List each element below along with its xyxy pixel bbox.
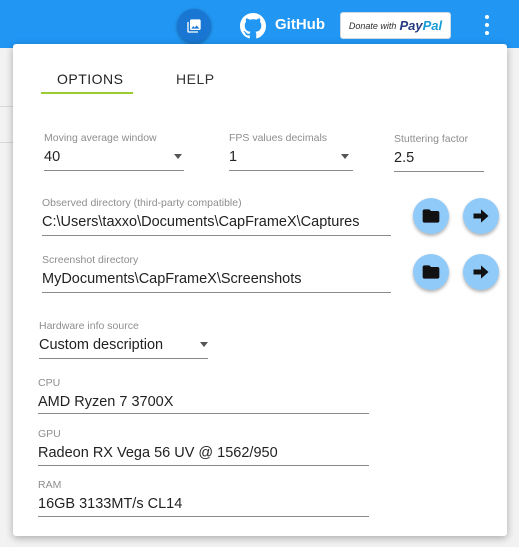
- field-underline: [38, 413, 369, 414]
- paypal-logo: PayPal: [399, 17, 443, 33]
- field-underline: [42, 235, 391, 236]
- field-label: Hardware info source: [39, 320, 139, 332]
- more-vert-icon[interactable]: [482, 15, 492, 35]
- field-value: 16GB 3133MT/s CL14: [38, 496, 183, 512]
- field-value: Radeon RX Vega 56 UV @ 1562/950: [38, 445, 278, 461]
- field-label: CPU: [38, 377, 61, 389]
- field-underline: [38, 465, 369, 466]
- folder-icon: [422, 265, 440, 279]
- arrow-right-icon: [473, 209, 489, 223]
- field-label: Observed directory (third-party compatib…: [42, 197, 242, 209]
- field-value: 2.5: [394, 150, 415, 166]
- dropdown-arrow-icon: [174, 154, 182, 159]
- dropdown-arrow-icon: [200, 342, 208, 347]
- field-underline: [42, 292, 391, 293]
- screenshot-directory-input[interactable]: Screenshot directory MyDocuments\CapFram…: [42, 254, 391, 294]
- paypal-donate-button[interactable]: Donate with PayPal: [340, 12, 451, 39]
- gpu-input[interactable]: GPU Radeon RX Vega 56 UV @ 1562/950: [38, 428, 369, 468]
- field-value: MyDocuments\CapFrameX\Screenshots: [42, 271, 302, 287]
- tab-options[interactable]: OPTIONS: [57, 71, 124, 87]
- field-value: Custom description: [39, 337, 164, 353]
- photo-library-icon: [187, 19, 201, 33]
- field-value: 1: [229, 149, 238, 165]
- open-observed-directory-button[interactable]: [463, 198, 499, 234]
- background-divider: [0, 142, 14, 143]
- field-label: RAM: [38, 479, 62, 491]
- tab-help[interactable]: HELP: [176, 71, 215, 87]
- field-underline: [44, 170, 184, 171]
- dropdown-arrow-icon: [341, 154, 349, 159]
- open-screenshot-directory-button[interactable]: [463, 254, 499, 290]
- screenshot-button[interactable]: [177, 9, 211, 43]
- moving-average-dropdown[interactable]: Moving average window 40: [44, 132, 184, 172]
- field-underline: [38, 516, 369, 517]
- arrow-right-icon: [473, 265, 489, 279]
- active-tab-indicator: [41, 92, 133, 94]
- field-label: Screenshot directory: [42, 254, 139, 266]
- hardware-info-source-dropdown[interactable]: Hardware info source Custom description: [39, 320, 208, 360]
- field-underline: [39, 358, 208, 359]
- fps-decimals-dropdown[interactable]: FPS values decimals 1: [229, 132, 353, 172]
- observed-directory-input[interactable]: Observed directory (third-party compatib…: [42, 197, 391, 237]
- background-divider: [0, 106, 14, 107]
- field-underline: [394, 171, 484, 172]
- field-value: C:\Users\taxxo\Documents\CapFrameX\Captu…: [42, 214, 360, 230]
- field-label: Stuttering factor: [394, 133, 469, 145]
- field-label: FPS values decimals: [229, 132, 328, 144]
- field-underline: [229, 170, 353, 171]
- stuttering-factor-input[interactable]: Stuttering factor 2.5: [394, 133, 484, 173]
- browse-screenshot-directory-button[interactable]: [413, 254, 449, 290]
- field-label: Moving average window: [44, 132, 157, 144]
- options-popup: OPTIONS HELP Moving average window 40 FP…: [13, 44, 507, 536]
- github-link[interactable]: GitHub: [275, 16, 325, 33]
- github-icon[interactable]: [240, 13, 266, 39]
- paypal-donate-text: Donate with: [348, 20, 397, 31]
- ram-input[interactable]: RAM 16GB 3133MT/s CL14: [38, 479, 369, 519]
- browse-observed-directory-button[interactable]: [413, 198, 449, 234]
- field-value: AMD Ryzen 7 3700X: [38, 394, 174, 410]
- field-value: 40: [44, 149, 61, 165]
- field-label: GPU: [38, 428, 61, 440]
- cpu-input[interactable]: CPU AMD Ryzen 7 3700X: [38, 377, 369, 417]
- folder-icon: [422, 209, 440, 223]
